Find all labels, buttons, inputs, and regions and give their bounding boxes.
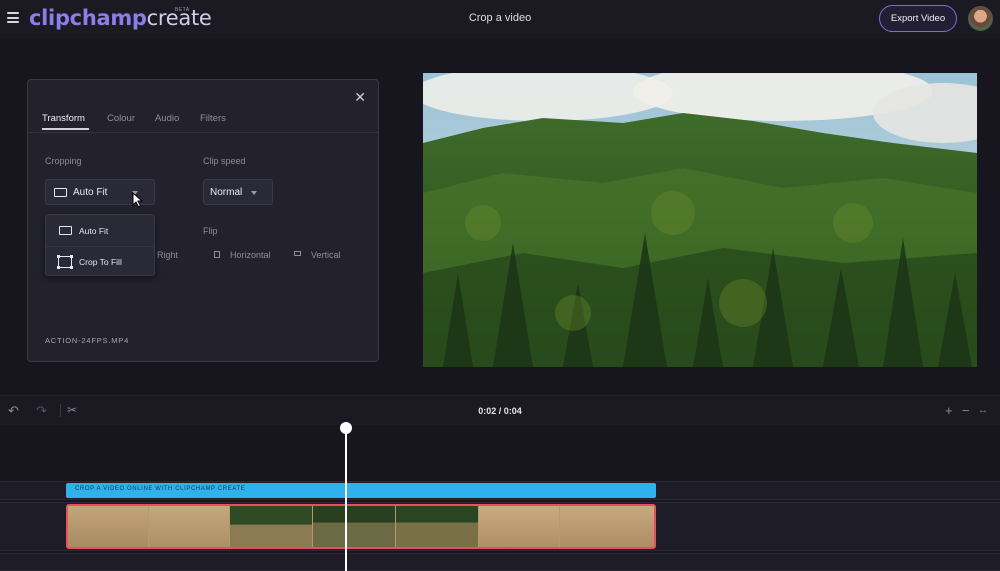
title-clip-label: CROP A VIDEO ONLINE WITH CLIPCHAMP CREAT… [75,486,246,492]
playhead-handle[interactable] [340,422,352,434]
zoom-out-icon[interactable]: − [962,403,970,418]
flip-vertical-button[interactable]: Vertical [311,250,341,260]
export-video-button[interactable]: Export Video [879,5,957,32]
zoom-in-icon[interactable]: + [945,403,953,418]
clip-speed-select[interactable]: Normal [203,179,273,205]
auto-fit-icon [59,226,72,235]
tab-audio[interactable]: Audio [155,113,179,124]
audio-track [0,553,1000,571]
flip-horizontal-icon [214,251,220,258]
top-bar: clipchampcreate BETA Crop a video Export… [0,0,1000,38]
clip-speed-label: Clip speed [203,156,246,166]
title-clip[interactable]: CROP A VIDEO ONLINE WITH CLIPCHAMP CREAT… [66,483,656,498]
fit-icon[interactable]: ↔ [978,405,988,416]
rotate-right-button[interactable]: Right [157,250,178,260]
flip-label: Flip [203,226,218,236]
option-auto-fit-label: Auto Fit [79,226,109,236]
tab-divider [28,132,378,133]
page-title: Crop a video [468,12,532,24]
thumbnail [68,506,148,547]
tab-transform[interactable]: Transform [42,113,85,124]
video-preview[interactable] [423,73,977,367]
thumbnail [230,506,312,547]
thumbnail [396,506,478,547]
forest-video-frame [423,73,977,367]
cropping-value: Auto Fit [73,187,108,198]
flip-vertical-icon [294,251,301,256]
active-tab-indicator [42,128,89,130]
thumbnail [313,506,395,547]
thumbnail [560,506,654,547]
auto-fit-icon [54,188,67,197]
option-crop-to-fill-label: Crop To Fill [79,257,122,267]
clip-filename: ACTION-24FPS.MP4 [45,336,130,345]
playhead-line [345,428,347,571]
playback-time: 0:02 / 0:04 [478,406,522,416]
thumbnail [479,506,559,547]
timeline-toolbar: ↶ ↷ ✂ 0:02 / 0:04 + − ↔ [0,395,1000,425]
clip-speed-value: Normal [210,187,243,198]
option-auto-fit[interactable]: Auto Fit [46,216,154,246]
cropping-label: Cropping [45,156,82,166]
caret-down-icon [251,191,257,195]
cropping-dropdown: Auto Fit Crop To Fill [45,214,155,276]
tab-colour[interactable]: Colour [107,113,135,124]
video-clip[interactable] [66,504,656,549]
flip-horizontal-button[interactable]: Horizontal [230,250,271,260]
tab-filters[interactable]: Filters [200,113,226,124]
mouse-cursor-icon [132,192,144,208]
transform-panel: ✕ Transform Colour Audio Filters Croppin… [27,79,379,362]
close-icon[interactable]: ✕ [354,90,366,104]
option-crop-to-fill[interactable]: Crop To Fill [46,246,154,276]
crop-to-fill-icon [57,255,73,269]
thumbnail [149,506,229,547]
avatar[interactable] [968,6,993,31]
